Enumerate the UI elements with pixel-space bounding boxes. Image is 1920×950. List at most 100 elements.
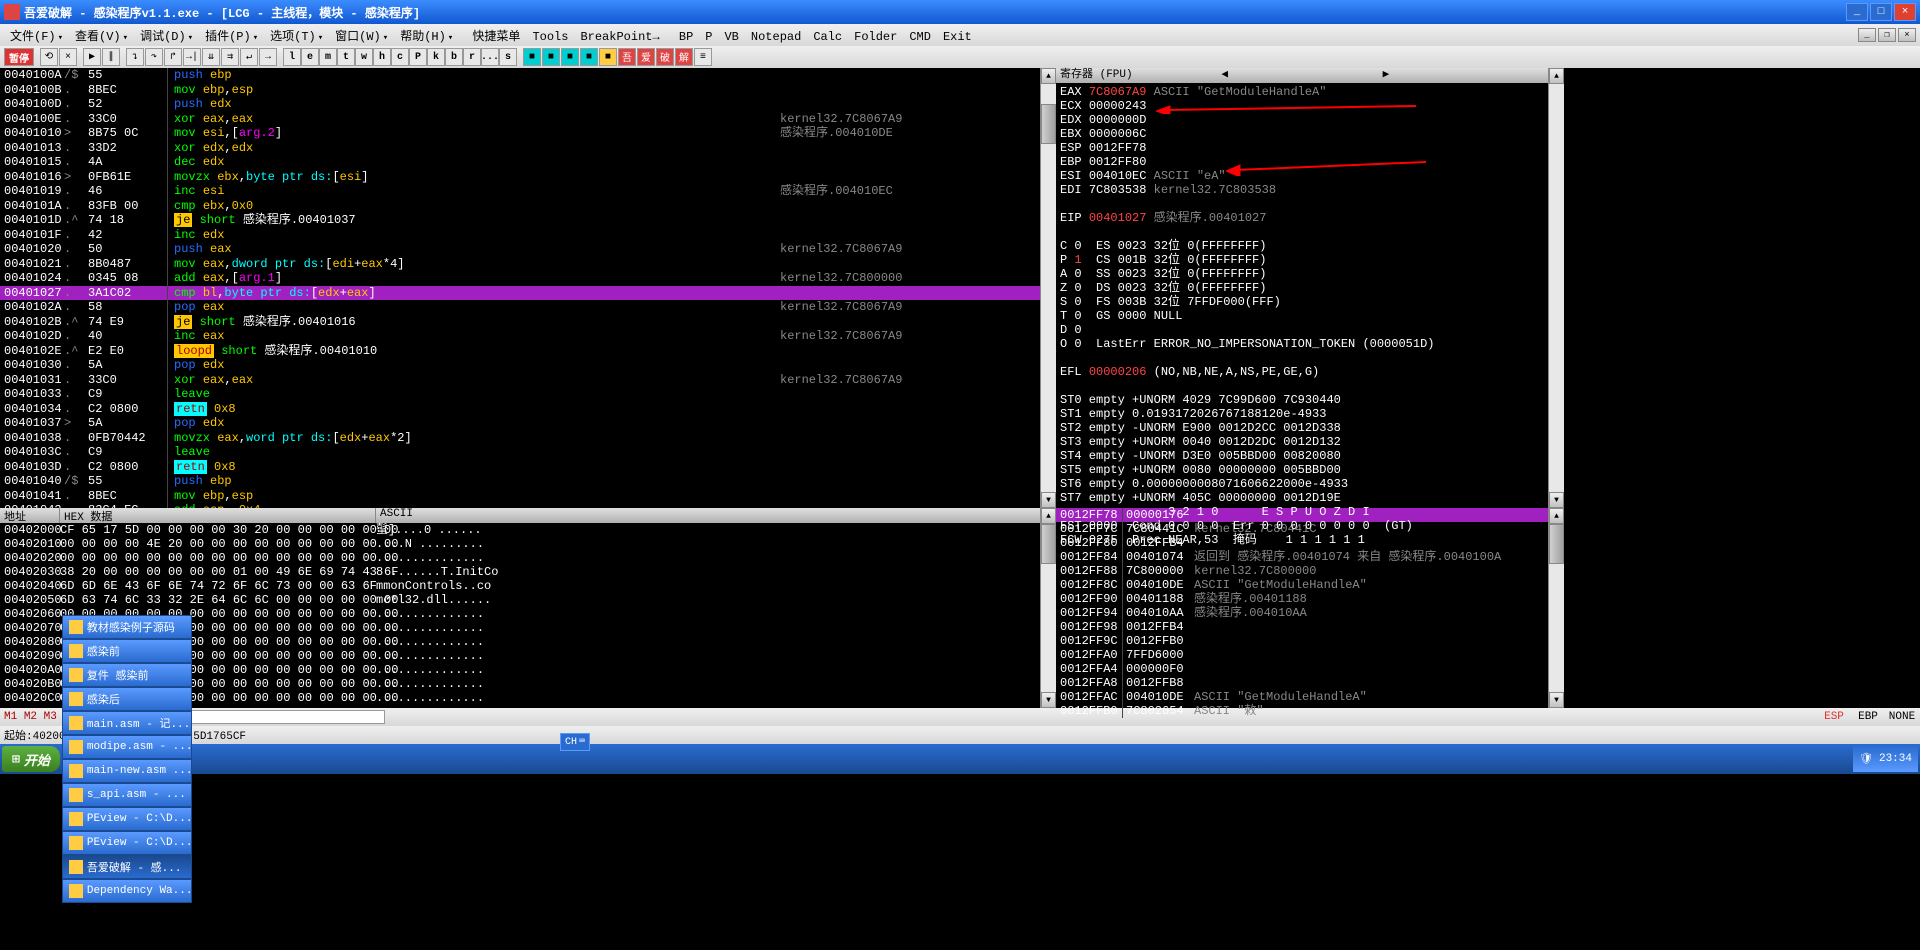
disasm-row[interactable]: 00401040/$ 55push ebp — [0, 474, 1040, 489]
stack-row[interactable]: 0012FF94004010AA感染程序.004010AA — [1056, 606, 1548, 620]
close-button[interactable]: × — [1894, 3, 1916, 21]
stack-row[interactable]: 0012FFA07FFD6000 — [1056, 648, 1548, 662]
tb-cyan-1[interactable]: ■ — [523, 48, 541, 66]
return-icon[interactable]: ↵ — [240, 48, 258, 66]
tb-yellow-1[interactable]: ■ — [599, 48, 617, 66]
disasm-row[interactable]: 0040103C. C9leave — [0, 445, 1040, 460]
dump-row[interactable]: 0040201000 00 00 00 4E 20 00 00 00 00 00… — [0, 537, 1040, 551]
toolbar-letter-h[interactable]: h — [373, 48, 391, 66]
taskbar-task[interactable]: 教材感染例子源码 — [62, 615, 192, 639]
taskbar-task[interactable]: main-new.asm ... — [62, 759, 192, 783]
toolbar-letter-t[interactable]: t — [337, 48, 355, 66]
taskbar-task[interactable]: modipe.asm - ... — [62, 735, 192, 759]
disasm-row[interactable]: 0040101A. 83FB 00cmp ebx,0x0 — [0, 199, 1040, 214]
disasm-row[interactable]: 00401041. 8BECmov ebp,esp — [0, 489, 1040, 504]
taskbar-task[interactable]: s_api.asm - ... — [62, 783, 192, 807]
stack-row[interactable]: 0012FF887C800000kernel32.7C800000 — [1056, 564, 1548, 578]
dump-row[interactable]: 0040203038 20 00 00 00 00 00 00 01 00 49… — [0, 565, 1040, 579]
disasm-scrollbar[interactable]: ▲▼ — [1040, 68, 1056, 508]
disasm-row[interactable]: 00401019. 46inc esi感染程序.004010EC — [0, 184, 1040, 199]
step-over-icon[interactable]: ↷ — [145, 48, 163, 66]
disassembly-panel[interactable]: 0040100A/$ 55push ebp0040100B. 8BECmov e… — [0, 68, 1040, 508]
toolbar-letter-k[interactable]: k — [427, 48, 445, 66]
disasm-row[interactable]: 0040100B. 8BECmov ebp,esp — [0, 83, 1040, 98]
toolbar-letter-r[interactable]: r — [463, 48, 481, 66]
stack-row[interactable]: 0012FF8400401074返回到 感染程序.00401074 来自 感染程… — [1056, 550, 1548, 564]
registers-panel[interactable]: 寄存器 (FPU) ◀ ▶ EAX 7C8067A9 ASCII "GetMod… — [1056, 68, 1548, 508]
stack-row[interactable]: 0012FF9000401188感染程序.00401188 — [1056, 592, 1548, 606]
menu-item[interactable]: 插件(P)▾ — [199, 30, 264, 44]
stack-row[interactable]: 0012FFB07C802654ASCII "敕" — [1056, 704, 1548, 718]
goto-icon[interactable]: → — [259, 48, 277, 66]
step-out-icon[interactable]: ↱ — [164, 48, 182, 66]
disasm-row[interactable]: 00401030. 5Apop edx — [0, 358, 1040, 373]
toolbar-letter-...[interactable]: ... — [481, 48, 499, 66]
disasm-row[interactable]: 0040103D. C2 0800retn 0x8 — [0, 460, 1040, 475]
menu-item[interactable]: BP — [673, 30, 699, 44]
disasm-row[interactable]: 00401021. 8B0487mov eax,dword ptr ds:[ed… — [0, 257, 1040, 272]
trace-over-icon[interactable]: ⇉ — [221, 48, 239, 66]
child-restore-button[interactable]: ❐ — [1878, 28, 1896, 42]
tb-cyan-3[interactable]: ■ — [561, 48, 579, 66]
dump-row[interactable]: 004020406D 6D 6E 43 6F 6E 74 72 6F 6C 73… — [0, 579, 1040, 593]
trace-into-icon[interactable]: ⇊ — [202, 48, 220, 66]
disasm-row[interactable]: 00401033. C9leave — [0, 387, 1040, 402]
disasm-row[interactable]: 00401037> 5Apop edx — [0, 416, 1040, 431]
reg-scrollbar[interactable]: ▲▼ — [1548, 68, 1564, 508]
play-icon[interactable]: ▶ — [83, 48, 101, 66]
stack-scrollbar[interactable]: ▲▼ — [1548, 508, 1564, 708]
reg-next-icon[interactable]: ▶ — [1383, 68, 1544, 83]
menu-item[interactable]: 文件(F)▾ — [4, 30, 69, 44]
toolbar-letter-m[interactable]: m — [319, 48, 337, 66]
toolbar-letter-b[interactable]: b — [445, 48, 463, 66]
disasm-row[interactable]: 0040102B.^ 74 E9je short 感染程序.00401016 — [0, 315, 1040, 330]
stack-row[interactable]: 0012FF980012FFB4 — [1056, 620, 1548, 634]
disasm-row[interactable]: 0040101D.^ 74 18je short 感染程序.00401037 — [0, 213, 1040, 228]
menu-item[interactable]: 调试(D)▾ — [134, 30, 199, 44]
maximize-button[interactable]: □ — [1870, 3, 1892, 21]
menu-item[interactable]: Folder — [848, 30, 903, 44]
disasm-row[interactable]: 00401034. C2 0800retn 0x8 — [0, 402, 1040, 417]
disasm-row[interactable]: 00401010> 8B75 0Cmov esi,[arg.2]感染程序.004… — [0, 126, 1040, 141]
disasm-row[interactable]: 00401031. 33C0xor eax,eaxkernel32.7C8067… — [0, 373, 1040, 388]
toolbar-letter-l[interactable]: l — [283, 48, 301, 66]
taskbar-task[interactable]: PEview - C:\D... — [62, 831, 192, 855]
toolbar-letter-P[interactable]: P — [409, 48, 427, 66]
reg-prev-icon[interactable]: ◀ — [1221, 68, 1382, 83]
toolbar-letter-s[interactable]: s — [499, 48, 517, 66]
taskbar-task[interactable]: 复件 感染前 — [62, 663, 192, 687]
taskbar-task[interactable]: 感染前 — [62, 639, 192, 663]
tb-red-3[interactable]: 破 — [656, 48, 674, 66]
menu-item[interactable]: 选项(T)▾ — [264, 30, 329, 44]
taskbar-task[interactable]: Dependency Wa... — [62, 879, 192, 903]
flag-esp[interactable]: ESP — [1820, 711, 1848, 723]
disasm-row[interactable]: 00401013. 33D2xor edx,edx — [0, 141, 1040, 156]
disasm-row[interactable]: 0040102E.^ E2 E0loopd short 感染程序.0040101… — [0, 344, 1040, 359]
tb-red-1[interactable]: 吾 — [618, 48, 636, 66]
tb-red-2[interactable]: 爱 — [637, 48, 655, 66]
disasm-row[interactable]: 0040100E. 33C0xor eax,eaxkernel32.7C8067… — [0, 112, 1040, 127]
toolbar-letter-w[interactable]: w — [355, 48, 373, 66]
start-button[interactable]: ⊞开始 — [2, 746, 60, 772]
taskbar-task[interactable]: main.asm - 记... — [62, 711, 192, 735]
tb-red-4[interactable]: 解 — [675, 48, 693, 66]
stack-row[interactable]: 0012FFAC004010DEASCII "GetModuleHandleA" — [1056, 690, 1548, 704]
menu-item[interactable]: Exit — [937, 30, 978, 44]
menu-item[interactable]: Notepad — [745, 30, 807, 44]
taskbar-task[interactable]: PEview - C:\D... — [62, 807, 192, 831]
run-to-icon[interactable]: →| — [183, 48, 201, 66]
menu-item[interactable]: CMD — [903, 30, 937, 44]
disasm-row[interactable]: 0040102D. 40inc eaxkernel32.7C8067A9 — [0, 329, 1040, 344]
child-close-button[interactable]: × — [1898, 28, 1916, 42]
disasm-row[interactable]: 0040102A. 58pop eaxkernel32.7C8067A9 — [0, 300, 1040, 315]
minimize-button[interactable]: _ — [1846, 3, 1868, 21]
disasm-row[interactable]: 0040101F. 42inc edx — [0, 228, 1040, 243]
stack-row[interactable]: 0012FF9C0012FFB0 — [1056, 634, 1548, 648]
disasm-row[interactable]: 00401016> 0FB61Emovzx ebx,byte ptr ds:[e… — [0, 170, 1040, 185]
memory-label[interactable]: M1 — [4, 711, 24, 723]
flag-ebp[interactable]: EBP — [1854, 711, 1882, 723]
close-icon[interactable]: × — [59, 48, 77, 66]
tb-cyan-4[interactable]: ■ — [580, 48, 598, 66]
disasm-row[interactable]: 00401020. 50push eaxkernel32.7C8067A9 — [0, 242, 1040, 257]
menu-item[interactable]: BreakPoint→ — [574, 30, 665, 44]
